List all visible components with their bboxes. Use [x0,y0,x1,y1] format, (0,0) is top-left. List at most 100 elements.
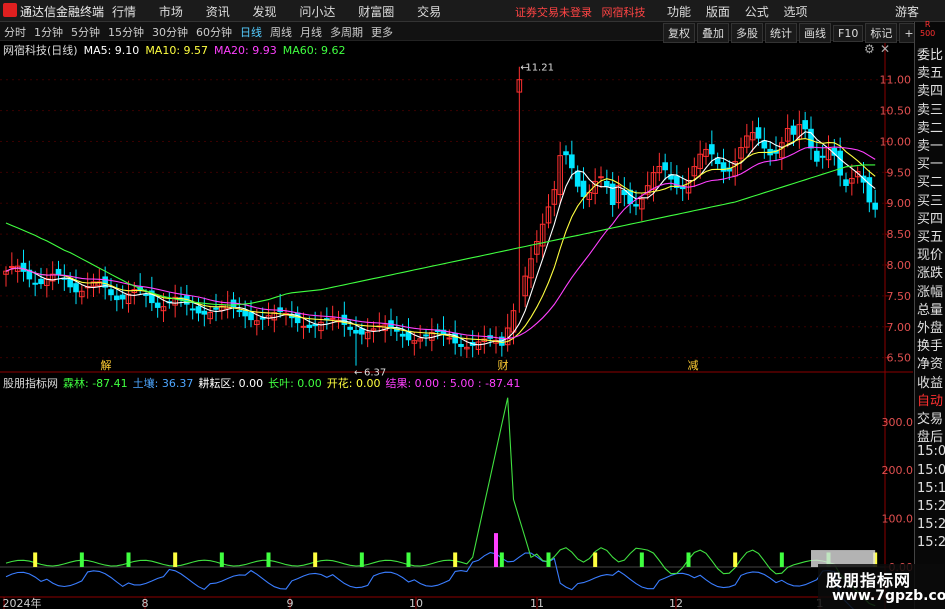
panel-label[interactable]: 现价 [917,244,943,263]
guest-login[interactable]: 游客 [895,3,919,20]
panel-label[interactable]: 涨跌 [917,262,943,281]
panel-label[interactable]: 收益 [917,372,943,391]
high-arrow-icon: ← [520,63,528,74]
menu-item-market[interactable]: 市场 [159,3,183,20]
panel-label[interactable]: 买三 [917,190,943,209]
period-toolbar: 分时 1分钟 5分钟 15分钟 30分钟 60分钟 日线 周线 月线 多周期 更多 复权 叠加 多股 统计… [0,22,945,43]
panel-label[interactable]: 买一 [917,153,943,172]
tool-button[interactable]: F10 [833,25,864,42]
panel-label[interactable]: 委比 [917,44,943,63]
menu-item-trade[interactable]: 交易 [417,3,441,20]
menu-item-discover[interactable]: 发现 [253,3,277,20]
signal-bar [499,552,504,567]
candle-body [38,278,44,285]
panel-label[interactable]: 卖四 [917,80,943,99]
candle-body [154,302,161,308]
panel-label[interactable]: 15:24 [917,535,945,550]
candle-body [802,120,808,130]
period-tab[interactable]: 多周期 [330,24,363,40]
tool-button[interactable]: 画线 [799,23,831,43]
price-tick-label: 8.50 [887,228,912,241]
panel-label[interactable]: 15:01 [917,463,945,478]
panel-label[interactable]: 15:13 [917,481,945,496]
period-tab[interactable]: 周线 [270,24,292,40]
menu-item-news[interactable]: 资讯 [206,3,230,20]
candle-body [627,189,633,205]
indicator-legend: 股朋指标网 霖林: -87.41 土壤: 36.37 耕耘区: 0.00 长叶: 0.0… [3,375,526,391]
price-tick-label: 11.00 [880,74,912,87]
panel-label[interactable]: 卖一 [917,135,943,154]
signal-bar [406,552,411,567]
signal-bar [313,552,318,567]
candle-body [294,312,301,324]
period-tab[interactable]: 15分钟 [108,24,144,40]
menu-item-formula[interactable]: 公式 [745,3,769,20]
panel-label[interactable]: 交易 [917,408,943,427]
candle-body [55,268,62,275]
menu-item-quotes[interactable]: 行情 [112,3,136,20]
tool-button[interactable]: 标记 [865,23,898,43]
period-tab[interactable]: 更多 [371,24,393,40]
price-tick-label: 9.50 [887,166,912,179]
candle-body [73,283,79,293]
event-marker: 解 [101,358,112,372]
login-status[interactable]: 证券交易未登录 [515,6,592,19]
period-tab[interactable]: 5分钟 [71,24,100,40]
menu-item-layout[interactable]: 版面 [706,3,730,20]
panel-label[interactable]: 卖三 [917,99,943,118]
panel-label[interactable]: 买二 [917,171,943,190]
period-tab[interactable]: 日线 [240,24,262,40]
right-info-panel: 委比 卖五 卖四 卖三 卖二 卖一 买一 买二 买三 买四 买五 现价 涨跌 涨幅 总量 外盘 换手 净资 收益 自动… [914,22,945,609]
candle-body [720,162,727,172]
menu-item-ask[interactable]: 问小达 [299,3,335,20]
panel-label[interactable]: 买四 [917,208,943,227]
tool-button[interactable]: 多股 [731,23,763,43]
period-tab[interactable]: 分时 [4,24,26,40]
period-tab[interactable]: 1分钟 [34,24,63,40]
settings-gear-icon[interactable]: ⚙ [864,42,875,56]
panel-label[interactable]: 总量 [917,299,943,318]
tool-button[interactable]: 统计 [765,23,797,43]
period-tab[interactable]: 60分钟 [196,24,232,40]
panel-label[interactable]: 外盘 [917,317,943,336]
period-tab[interactable]: 30分钟 [152,24,188,40]
candle-body [866,177,873,203]
legend-item: 霖林: -87.41 [63,377,128,390]
panel-label[interactable]: 净资 [917,353,943,372]
candle-body [633,204,639,207]
panel-label[interactable]: 盘后 [917,426,943,445]
signal-bar [126,552,131,567]
legend-item: 结果: 0.00 : 5.00 : -87.41 [385,377,521,390]
time-tick-label: 12 [669,597,683,609]
close-icon[interactable]: ✕ [880,42,890,56]
period-tabs: 分时 1分钟 5分钟 15分钟 30分钟 60分钟 日线 周线 月线 多周期 更多 [4,24,401,40]
legend-item: 开花: 0.00 [326,377,381,390]
signal-bar [593,552,598,567]
tool-button[interactable]: 复权 [663,23,695,43]
period-tab[interactable]: 月线 [300,24,322,40]
panel-label[interactable]: 15:22 [917,499,945,514]
panel-label[interactable]: 买五 [917,226,943,245]
tool-button[interactable]: 叠加 [697,23,729,43]
candle-body [108,289,114,296]
candle-body [604,180,610,187]
legend-item: MA20: 9.93 [214,44,277,57]
watermark-url: www.7gpzb.com [832,588,945,604]
panel-label[interactable]: 卖二 [917,117,943,136]
menu-item-function[interactable]: 功能 [667,3,691,20]
signal-bar [219,552,224,567]
menu-item-wealth[interactable]: 财富圈 [358,3,394,20]
candle-body [423,334,429,337]
candle-body [399,333,406,337]
panel-label[interactable]: 15:23 [917,517,945,532]
menu-item-options[interactable]: 选项 [784,3,808,20]
panel-label[interactable]: 15:00 [917,444,945,459]
time-tick-label: 11 [530,597,544,609]
panel-label[interactable]: 自动 [917,390,943,409]
panel-label[interactable]: 卖五 [917,62,943,81]
panel-label[interactable]: 换手 [917,335,943,354]
time-tick-label: 2024年 [3,596,42,609]
indicator-tick-label: 100.0 [882,513,914,526]
price-tick-label: 7.00 [887,321,912,334]
panel-label[interactable]: 涨幅 [917,281,943,300]
